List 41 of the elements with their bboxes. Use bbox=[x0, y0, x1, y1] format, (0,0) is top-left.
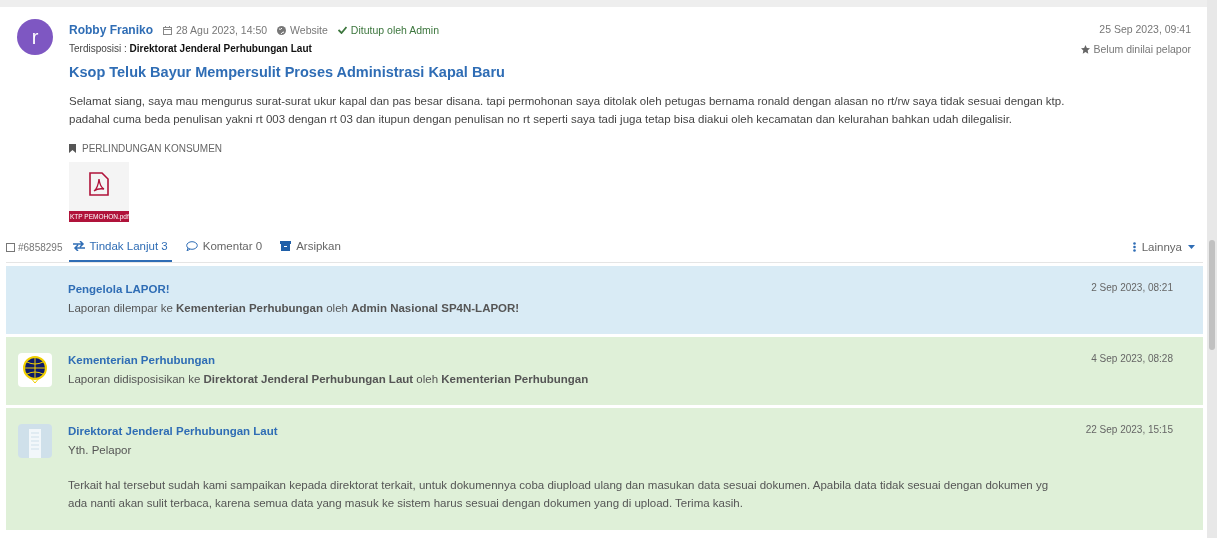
entry-author[interactable]: Direktorat Jenderal Perhubungan Laut bbox=[68, 424, 1070, 439]
user-avatar: r bbox=[17, 19, 53, 55]
entry-author[interactable]: Kementerian Perhubungan bbox=[68, 353, 1076, 368]
kebab-icon bbox=[1132, 242, 1136, 252]
bookmark-icon bbox=[69, 144, 76, 153]
entry-message: Yth. Pelapor bbox=[68, 443, 133, 458]
report-channel: Website bbox=[290, 24, 328, 36]
entry-time: 2 Sep 2023, 08:21 bbox=[1091, 282, 1173, 295]
author-name[interactable]: Robby Franiko bbox=[69, 23, 153, 37]
archive-icon bbox=[280, 241, 292, 251]
tab[interactable]: Tindak Lanjut 3 bbox=[68, 232, 172, 262]
pdf-icon bbox=[89, 172, 109, 196]
entry-time: 4 Sep 2023, 08:28 bbox=[1091, 353, 1173, 366]
report-date: 28 Agu 2023, 14:50 bbox=[176, 24, 268, 36]
emblem-icon bbox=[18, 353, 52, 387]
updated-time: 25 Sep 2023, 09:41 bbox=[1099, 23, 1191, 35]
more-dropdown[interactable]: Lainnya bbox=[1126, 232, 1203, 262]
disposition-text: Terdisposisi : Direktorat Jenderal Perhubungan Laut bbox=[69, 43, 313, 54]
speech-bubble-icon bbox=[185, 241, 198, 251]
report-status: Ditutup oleh Admin bbox=[350, 24, 439, 36]
entry-author[interactable]: Pengelola LAPOR! bbox=[68, 282, 1076, 297]
calendar-icon bbox=[163, 25, 172, 35]
entry-message: Laporan didisposisikan ke Direktorat Jenderal Perhubungan Laut oleh Kementerian Perhubungan bbox=[68, 372, 590, 387]
transfer-icon bbox=[72, 241, 85, 251]
entry-message: Terkait hal tersebut sudah kami sampaikan kepada direktorat terkait, untuk dokumennya coba diupload ulang dan masukan data sesuai dokumen. Apabila data tidak sesuai dengan dokumen yg ada nanti akan sulit terbaca, karena semua data yang masuk ke sistem harus sesuai dengan dokumen yang di upload. Terima kasih. bbox=[68, 478, 1050, 511]
tab[interactable]: Arsipkan bbox=[276, 232, 345, 262]
entry-message: Laporan dilempar ke Kementerian Perhubungan oleh Admin Nasional SP4N-LAPOR! bbox=[68, 301, 521, 316]
report-title[interactable]: Ksop Teluk Bayur Mempersulit Proses Administrasi Kapal Baru bbox=[69, 64, 1065, 80]
checkbox-icon[interactable] bbox=[6, 242, 15, 252]
category-label: PERLINDUNGAN KONSUMEN bbox=[82, 143, 223, 154]
caret-icon bbox=[1188, 245, 1195, 249]
rating-status: Belum dinilai pelapor bbox=[1093, 43, 1191, 55]
star-icon bbox=[1080, 44, 1090, 54]
globe-icon bbox=[277, 25, 287, 35]
entry-time: 22 Sep 2023, 15:15 bbox=[1085, 424, 1173, 437]
tab[interactable]: Komentar 0 bbox=[181, 232, 267, 262]
report-body: Selamat siang, saya mau mengurus surat-surat ukur kapal dan pas besar disana. tapi permohonan saya ditolak oleh petugas bernama ronald dengan alasan no rt/rw saya tidak sesuai dengan ktp. padahal cuma beda penulisan yakni rt 003 dengan rt 03 dan itupun dengan penulisan no rt seperti saya tadi juga tetap bisa diakui oleh kecamatan dan kelurahan bahkan udah dilegalisir. bbox=[69, 94, 1065, 127]
scrollbar-thumb[interactable] bbox=[1209, 240, 1215, 350]
building-icon bbox=[18, 424, 52, 458]
report-id: #6858295 bbox=[18, 241, 63, 253]
check-icon bbox=[337, 26, 347, 34]
